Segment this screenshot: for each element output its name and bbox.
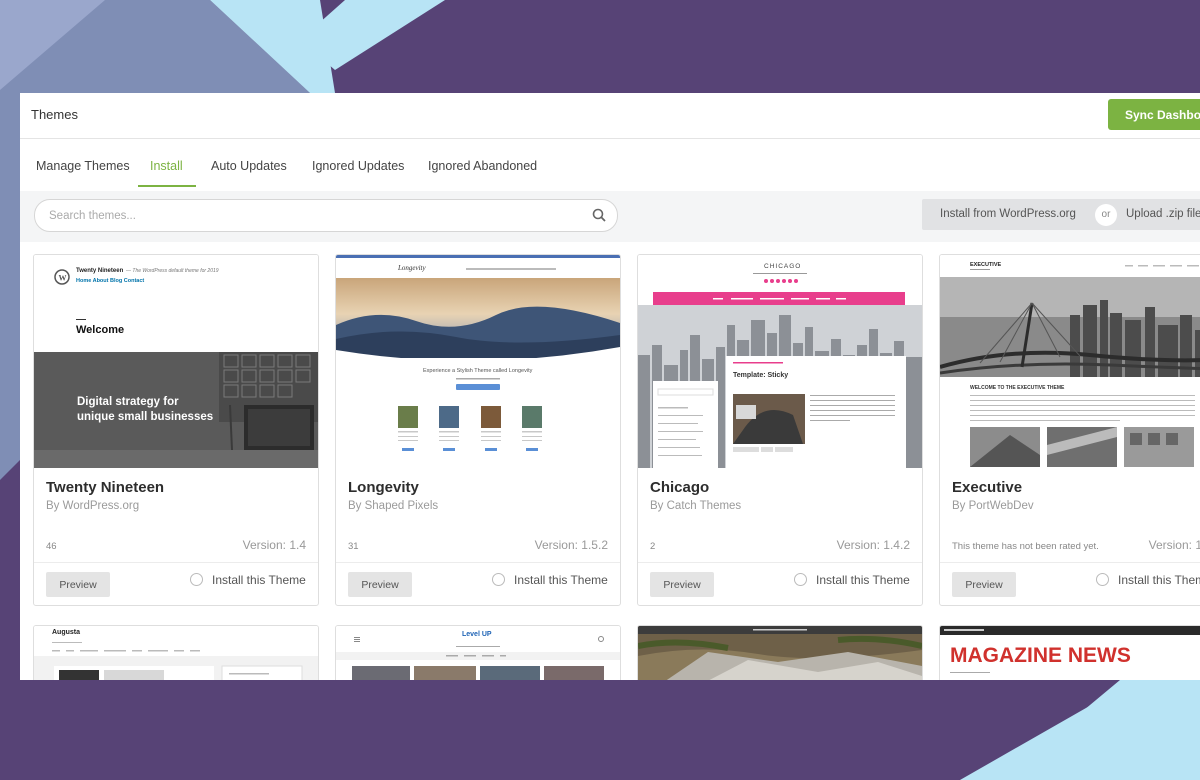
preview-welcome: Welcome bbox=[76, 324, 125, 336]
page-title: Themes bbox=[31, 107, 78, 122]
preview-site-title: Twenty Nineteen bbox=[76, 268, 124, 274]
theme-author: By Shaped Pixels bbox=[348, 500, 439, 512]
tab-ignored-abandoned[interactable]: Ignored Abandoned bbox=[428, 159, 537, 173]
theme-rating: 31 bbox=[348, 541, 359, 552]
theme-name: Executive bbox=[952, 479, 1023, 496]
theme-screenshot[interactable]: W Twenty Nineteen — The WordPress defaul… bbox=[34, 255, 318, 468]
theme-version: Version: 1.4 bbox=[242, 538, 306, 552]
card-divider bbox=[34, 562, 318, 563]
install-from-wordpress-button[interactable]: Install from WordPress.org bbox=[940, 208, 1076, 220]
theme-rating: This theme has not been rated yet. bbox=[952, 541, 1099, 552]
install-label[interactable]: Install this Theme bbox=[816, 573, 910, 587]
preview-hero-line2: unique small businesses bbox=[77, 411, 214, 423]
install-label[interactable]: Install this Theme bbox=[212, 573, 306, 587]
search-icon[interactable] bbox=[591, 207, 607, 223]
sync-dashboard-button[interactable]: Sync Dashboard bbox=[1108, 99, 1200, 130]
theme-card-magazine-news[interactable]: MAGAZINE NEWS bbox=[939, 625, 1200, 680]
executive-preview bbox=[940, 255, 1200, 468]
preview-title: Augusta bbox=[52, 629, 80, 636]
search-toolbar: Install from WordPress.org or Upload .zi… bbox=[20, 191, 1200, 242]
card-divider bbox=[940, 562, 1200, 563]
twenty-nineteen-preview: W bbox=[34, 255, 318, 468]
theme-name: Twenty Nineteen bbox=[46, 479, 165, 496]
theme-author: By PortWebDev bbox=[952, 500, 1034, 512]
photo-theme-preview bbox=[638, 626, 922, 680]
preview-button[interactable]: Preview bbox=[650, 572, 714, 597]
preview-button[interactable]: Preview bbox=[46, 572, 110, 597]
theme-card-photo[interactable] bbox=[637, 625, 923, 680]
theme-author: By Catch Themes bbox=[650, 500, 742, 512]
card-divider bbox=[638, 562, 922, 563]
card-divider bbox=[336, 562, 620, 563]
theme-name: Longevity bbox=[348, 479, 419, 496]
titlebar: Themes Sync Dashboard bbox=[20, 93, 1200, 139]
preview-nav: Home About Blog Contact bbox=[76, 278, 145, 284]
theme-version: Version: 1.0 bbox=[1148, 538, 1200, 552]
install-radio[interactable] bbox=[794, 573, 807, 586]
theme-card-chicago: CHICAGO Template: Sticky Chicago By Catc… bbox=[637, 254, 923, 606]
install-source-group: Install from WordPress.org or Upload .zi… bbox=[922, 199, 1200, 230]
theme-screenshot[interactable]: EXECUTIVE WELCOME TO THE EXECUTIVE THEME bbox=[940, 255, 1200, 468]
theme-screenshot[interactable]: CHICAGO Template: Sticky bbox=[638, 255, 922, 468]
preview-logo: Longevity bbox=[398, 264, 426, 272]
preview-tagline: — The WordPress default theme for 2019 bbox=[126, 268, 219, 274]
active-tab-indicator bbox=[138, 185, 196, 187]
tab-ignored-updates[interactable]: Ignored Updates bbox=[312, 159, 404, 173]
tab-bar: Manage Themes Install Auto Updates Ignor… bbox=[20, 139, 1200, 192]
theme-name: Chicago bbox=[650, 479, 710, 496]
preview-post-title: Template: Sticky bbox=[733, 372, 789, 379]
preview-title: MAGAZINE NEWS bbox=[950, 644, 1131, 667]
tab-auto-updates[interactable]: Auto Updates bbox=[211, 159, 287, 173]
preview-title: Level UP bbox=[462, 631, 492, 638]
themes-window: Themes Sync Dashboard Manage Themes Inst… bbox=[20, 93, 1200, 680]
theme-rating: 2 bbox=[650, 541, 656, 552]
tab-install[interactable]: Install bbox=[150, 159, 183, 173]
preview-hero-line1: Digital strategy for bbox=[77, 396, 179, 408]
theme-author: By WordPress.org bbox=[46, 500, 140, 512]
theme-rating: 46 bbox=[46, 541, 57, 552]
theme-card-augusta[interactable]: Augusta bbox=[33, 625, 319, 680]
theme-version: Version: 1.4.2 bbox=[836, 538, 910, 552]
theme-card-longevity: Longevity Experience a Stylish Theme cal… bbox=[335, 254, 621, 606]
search-box bbox=[34, 199, 618, 232]
preview-logo: CHICAGO bbox=[764, 263, 802, 270]
install-radio[interactable] bbox=[1096, 573, 1109, 586]
chicago-preview bbox=[638, 255, 922, 468]
upload-zip-button[interactable]: Upload .zip file bbox=[1126, 208, 1200, 220]
theme-version: Version: 1.5.2 bbox=[534, 538, 608, 552]
theme-screenshot[interactable]: Longevity Experience a Stylish Theme cal… bbox=[336, 255, 620, 468]
svg-text:W: W bbox=[59, 274, 67, 283]
install-label[interactable]: Install this Theme bbox=[514, 573, 608, 587]
search-input[interactable] bbox=[47, 206, 571, 226]
tab-manage-themes[interactable]: Manage Themes bbox=[36, 159, 130, 173]
preview-headline: Experience a Stylish Theme called Longev… bbox=[423, 368, 533, 374]
preview-logo: EXECUTIVE bbox=[970, 262, 1002, 268]
or-badge: or bbox=[1095, 204, 1117, 226]
preview-heading: WELCOME TO THE EXECUTIVE THEME bbox=[970, 385, 1065, 391]
install-label[interactable]: Install this Theme bbox=[1118, 573, 1200, 587]
theme-card-level-up[interactable]: Level UP bbox=[335, 625, 621, 680]
install-radio[interactable] bbox=[190, 573, 203, 586]
theme-card-twenty-nineteen: W Twenty Nineteen — The WordPress defaul… bbox=[33, 254, 319, 606]
preview-button[interactable]: Preview bbox=[348, 572, 412, 597]
install-radio[interactable] bbox=[492, 573, 505, 586]
preview-button[interactable]: Preview bbox=[952, 572, 1016, 597]
longevity-preview bbox=[336, 255, 620, 451]
theme-card-executive: EXECUTIVE WELCOME TO THE EXECUTIVE THEME… bbox=[939, 254, 1200, 606]
